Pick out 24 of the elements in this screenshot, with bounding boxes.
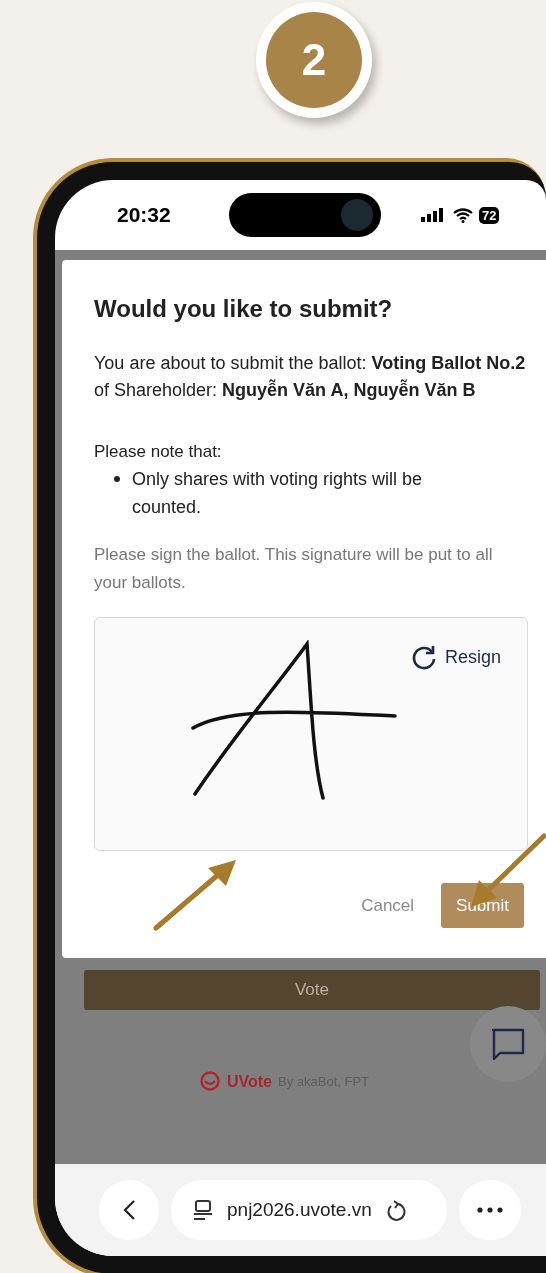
resign-button[interactable]: Resign (410, 644, 501, 671)
step-number: 2 (266, 12, 362, 108)
more-icon (477, 1207, 503, 1213)
vote-button[interactable]: Vote (84, 970, 540, 1010)
dialog-message: You are about to submit the ballot: Voting Ballot No.2 of Shareholder: Nguyễn Văn A, Nguyễn Văn B (94, 352, 527, 402)
wifi-icon (453, 207, 473, 223)
refresh-icon (410, 644, 437, 671)
note-heading: Please note that: (94, 441, 223, 463)
logo-icon (198, 1071, 221, 1093)
back-icon (122, 1199, 136, 1221)
url-text: pnj2026.uvote.vn (227, 1197, 372, 1222)
sign-hint: Please sign the ballot. This signature will be put to all your ballots. (94, 544, 494, 594)
note-item: Only shares with voting rights will be counted. (132, 468, 424, 519)
tab-icon (193, 1199, 213, 1221)
reload-icon (385, 1199, 406, 1221)
battery-icon: 72 (479, 206, 500, 224)
brand-name: UVote (226, 1072, 272, 1092)
address-bar[interactable]: pnj2026.uvote.vn (171, 1180, 447, 1240)
signature-pad[interactable]: Resign (94, 617, 528, 851)
bullet-icon (114, 476, 120, 482)
cancel-button[interactable]: Cancel (361, 883, 415, 928)
chat-bubble-icon (491, 1028, 525, 1060)
status-time: 20:32 (117, 202, 172, 229)
dialog-title: Would you like to submit? (94, 294, 394, 324)
